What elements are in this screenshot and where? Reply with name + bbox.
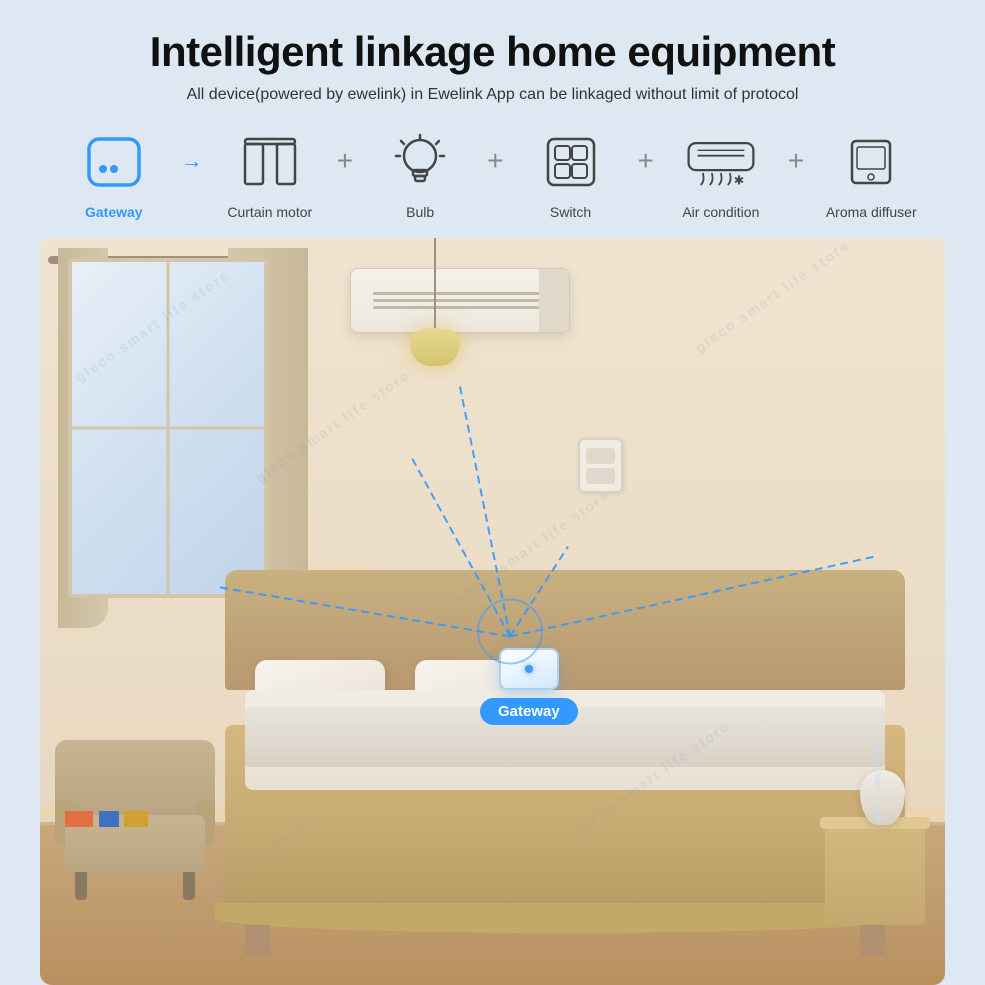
hub-label: Gateway [480, 698, 578, 725]
device-switch: Switch [506, 126, 636, 220]
pendant-lamp [410, 238, 460, 366]
arrow-icon: → [181, 148, 203, 174]
plus-icon-2: + [487, 145, 503, 177]
svg-text:✱: ✱ [734, 174, 745, 188]
gateway-label: Gateway [85, 204, 143, 220]
curtain-motor-label: Curtain motor [227, 204, 312, 220]
bulb-icon-wrap [384, 126, 456, 198]
page-subtitle: All device(powered by ewelink) in Ewelin… [187, 86, 799, 104]
device-aroma-diffuser: Aroma diffuser [806, 126, 936, 220]
diffuser-steam [871, 740, 894, 830]
hub-body [499, 648, 559, 690]
switch-button-1 [586, 448, 615, 464]
air-condition-icon-wrap: ✱ [685, 126, 757, 198]
bulb-icon [389, 131, 451, 193]
diffuser-scene [860, 770, 905, 825]
gateway-hub-scene: Gateway [480, 648, 578, 725]
switch-label: Switch [550, 204, 591, 220]
page-container: Intelligent linkage home equipment All d… [0, 0, 985, 985]
gateway-icon [83, 131, 145, 193]
plus-icon-3: + [638, 145, 654, 177]
switch-icon-wrap [535, 126, 607, 198]
book-1 [65, 811, 93, 827]
switch-icon [540, 131, 602, 193]
steam-wisp-2 [873, 770, 881, 795]
nightstand [825, 825, 925, 925]
bed-platform [225, 725, 905, 925]
devices-row: Gateway → Curtain motor + [40, 126, 945, 220]
device-gateway: Gateway [49, 126, 179, 220]
curtain-motor-icon [239, 131, 301, 193]
room-image: Gateway gleco smart life store [40, 238, 945, 985]
wall-switch-scene [578, 438, 623, 493]
books [65, 809, 148, 827]
air-condition-label: Air condition [682, 204, 759, 220]
book-3 [124, 811, 148, 827]
steam-wisp-3 [873, 800, 881, 825]
plus-icon-4: + [788, 145, 804, 177]
hub-dot [525, 665, 533, 673]
bedroom-scene: Gateway gleco smart life store [40, 238, 945, 985]
armchair [55, 765, 215, 905]
bulb-label: Bulb [406, 204, 434, 220]
chair-leg-left [75, 872, 87, 900]
bed-leg-front-left [245, 925, 270, 955]
gateway-icon-wrap [78, 126, 150, 198]
page-title: Intelligent linkage home equipment [150, 28, 835, 76]
device-curtain-motor: Curtain motor [205, 126, 335, 220]
aroma-diffuser-label: Aroma diffuser [826, 204, 917, 220]
ac-right-panel [539, 269, 569, 332]
pendant-cord [434, 238, 436, 328]
device-bulb: Bulb [355, 126, 485, 220]
book-2 [99, 811, 119, 827]
bed-front-arc [215, 903, 915, 933]
chair-back [55, 740, 215, 820]
steam-wisp-1 [873, 740, 881, 765]
air-condition-icon: ✱ [685, 131, 757, 193]
bed-leg-front-right [860, 925, 885, 955]
aroma-diffuser-icon-wrap [835, 126, 907, 198]
window [68, 258, 268, 598]
aroma-diffuser-icon [840, 131, 902, 193]
pendant-shade [410, 328, 460, 366]
air-conditioner-unit [350, 268, 570, 333]
chair-leg-right [183, 872, 195, 900]
plus-icon-1: + [337, 145, 353, 177]
curtain-motor-icon-wrap [234, 126, 306, 198]
device-air-condition: ✱ Air condition [656, 126, 786, 220]
switch-button-2 [586, 468, 615, 484]
